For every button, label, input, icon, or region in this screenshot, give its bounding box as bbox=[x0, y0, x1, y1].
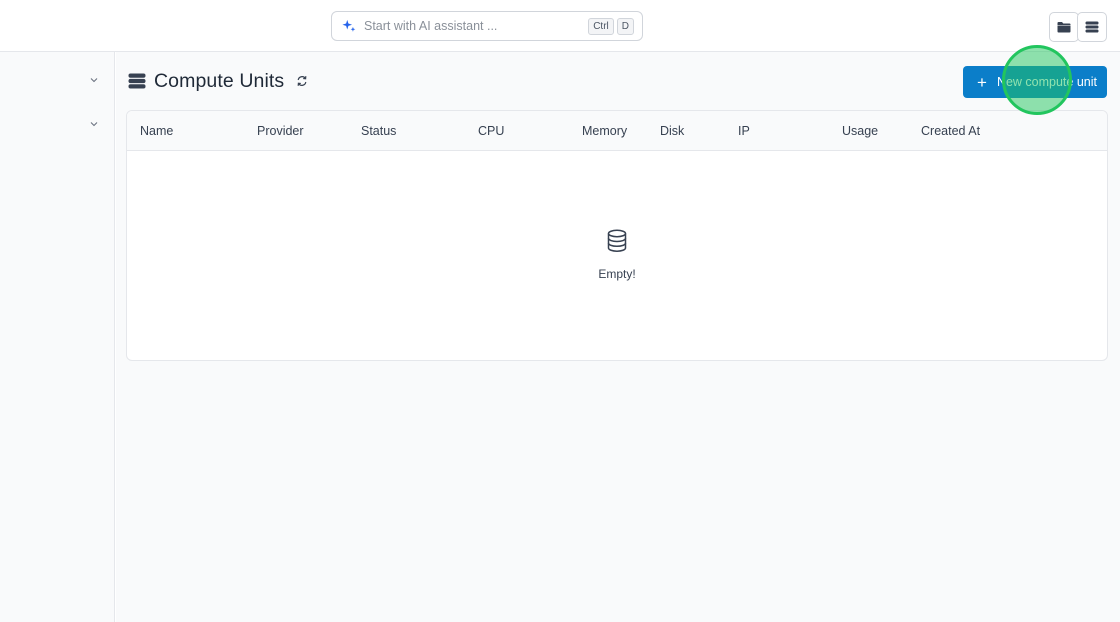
page-header: Compute Units bbox=[128, 66, 308, 96]
new-compute-unit-button[interactable]: + New compute unit bbox=[963, 66, 1107, 98]
column-header-provider[interactable]: Provider bbox=[257, 124, 304, 138]
sidebar bbox=[0, 52, 115, 622]
server-icon bbox=[1085, 21, 1099, 33]
column-header-name[interactable]: Name bbox=[140, 124, 173, 138]
ai-assistant-input[interactable]: Start with AI assistant ... Ctrl D bbox=[331, 11, 643, 41]
database-icon bbox=[607, 229, 627, 252]
ai-assistant-placeholder: Start with AI assistant ... bbox=[364, 19, 498, 33]
sparkle-icon bbox=[342, 19, 356, 32]
column-header-status[interactable]: Status bbox=[361, 124, 396, 138]
column-header-usage[interactable]: Usage bbox=[842, 124, 878, 138]
shortcut-d-key: D bbox=[616, 17, 634, 35]
chevron-down-icon[interactable] bbox=[88, 74, 100, 86]
shortcut-ctrl-key: Ctrl bbox=[588, 17, 614, 35]
table-header: Name Provider Status CPU Memory Disk IP … bbox=[127, 111, 1107, 151]
compute-units-icon bbox=[128, 73, 146, 89]
new-compute-unit-label: New compute unit bbox=[996, 75, 1097, 89]
files-button[interactable] bbox=[1049, 12, 1079, 42]
column-header-created-at[interactable]: Created At bbox=[921, 124, 980, 138]
column-header-ip[interactable]: IP bbox=[738, 124, 750, 138]
top-bar: Start with AI assistant ... Ctrl D bbox=[0, 0, 1120, 52]
refresh-icon[interactable] bbox=[296, 75, 308, 87]
plus-icon: + bbox=[977, 72, 987, 92]
column-header-disk[interactable]: Disk bbox=[660, 124, 684, 138]
empty-state-text: Empty! bbox=[598, 267, 636, 281]
column-header-memory[interactable]: Memory bbox=[582, 124, 627, 138]
folder-icon bbox=[1057, 22, 1071, 33]
column-header-cpu[interactable]: CPU bbox=[478, 124, 504, 138]
page-title: Compute Units bbox=[154, 69, 285, 92]
chevron-down-icon[interactable] bbox=[88, 118, 100, 130]
compute-units-button[interactable] bbox=[1077, 12, 1107, 42]
